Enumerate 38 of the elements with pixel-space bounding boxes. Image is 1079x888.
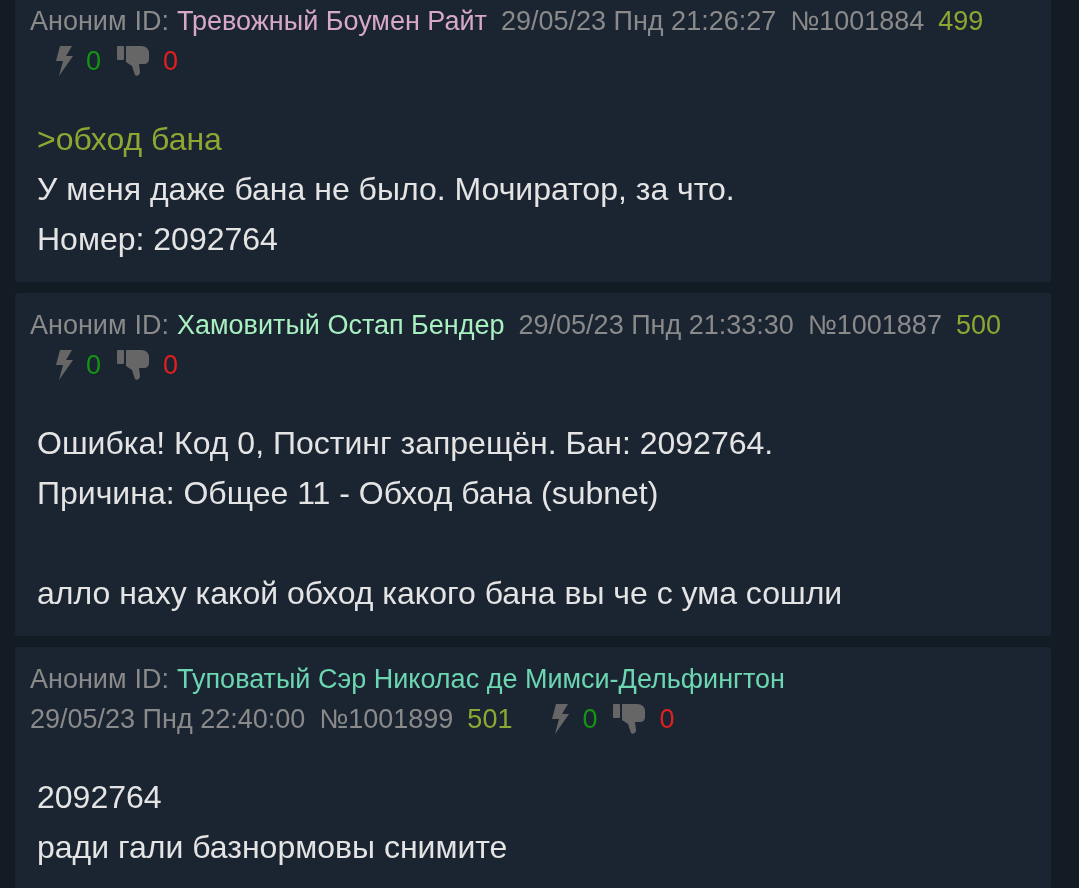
thumbs-down-icon[interactable] <box>117 348 152 382</box>
id-label: ID: <box>134 309 169 342</box>
like-count: 0 <box>582 703 598 736</box>
post-text: 2092764 <box>37 778 163 817</box>
post-text: ради гали базнормовы снимите <box>37 828 509 867</box>
poster-id: Туповатый Сэр Николас де Мимси-Дельфингтон <box>177 663 785 696</box>
poster-id: Тревожный Боумен Райт <box>177 5 487 38</box>
quote-text: >обход бана <box>37 120 223 159</box>
author-name: Аноним <box>30 663 127 696</box>
poster-id: Хамовитый Остап Бендер <box>177 309 505 342</box>
lightning-icon[interactable] <box>54 46 74 76</box>
dislike-count: 0 <box>659 703 675 736</box>
id-label: ID: <box>134 663 169 696</box>
like-count: 0 <box>86 349 102 382</box>
post-ordinal: 500 <box>955 309 1001 342</box>
post-text: Ошибка! Код 0, Постинг запрещён. Бан: 2092764. <box>37 424 775 463</box>
post-text: У меня даже бана не было. Мочиратор, за что. <box>37 170 736 209</box>
post-text: Номер: 2092764 <box>37 220 279 259</box>
post-number[interactable]: №1001887 <box>807 305 942 345</box>
post-text: алло наху какой обход какого бана вы че с ума сошли <box>37 574 844 613</box>
dislike-count: 0 <box>163 349 179 382</box>
post-date: 29/05/23 Пнд 21:33:30 <box>518 309 794 342</box>
post-number[interactable]: №1001899 <box>319 699 454 739</box>
author-name: Аноним <box>30 309 127 342</box>
lightning-icon[interactable] <box>54 350 74 380</box>
lightning-icon[interactable] <box>550 704 571 734</box>
post-ordinal: 501 <box>467 703 513 736</box>
author-name: Аноним <box>30 5 127 38</box>
like-count: 0 <box>86 45 102 78</box>
post-text: Причина: Общее 11 - Обход бана (subnet) <box>37 474 660 513</box>
post-date: 29/05/23 Пнд 22:40:00 <box>30 703 306 736</box>
dislike-count: 0 <box>163 45 179 78</box>
thumbs-down-icon[interactable] <box>613 702 648 736</box>
post-ordinal: 499 <box>938 5 984 38</box>
thumbs-down-icon[interactable] <box>117 44 152 78</box>
post-date: 29/05/23 Пнд 21:26:27 <box>500 5 777 38</box>
id-label: ID: <box>134 5 169 38</box>
post-number[interactable]: №1001884 <box>790 1 925 41</box>
